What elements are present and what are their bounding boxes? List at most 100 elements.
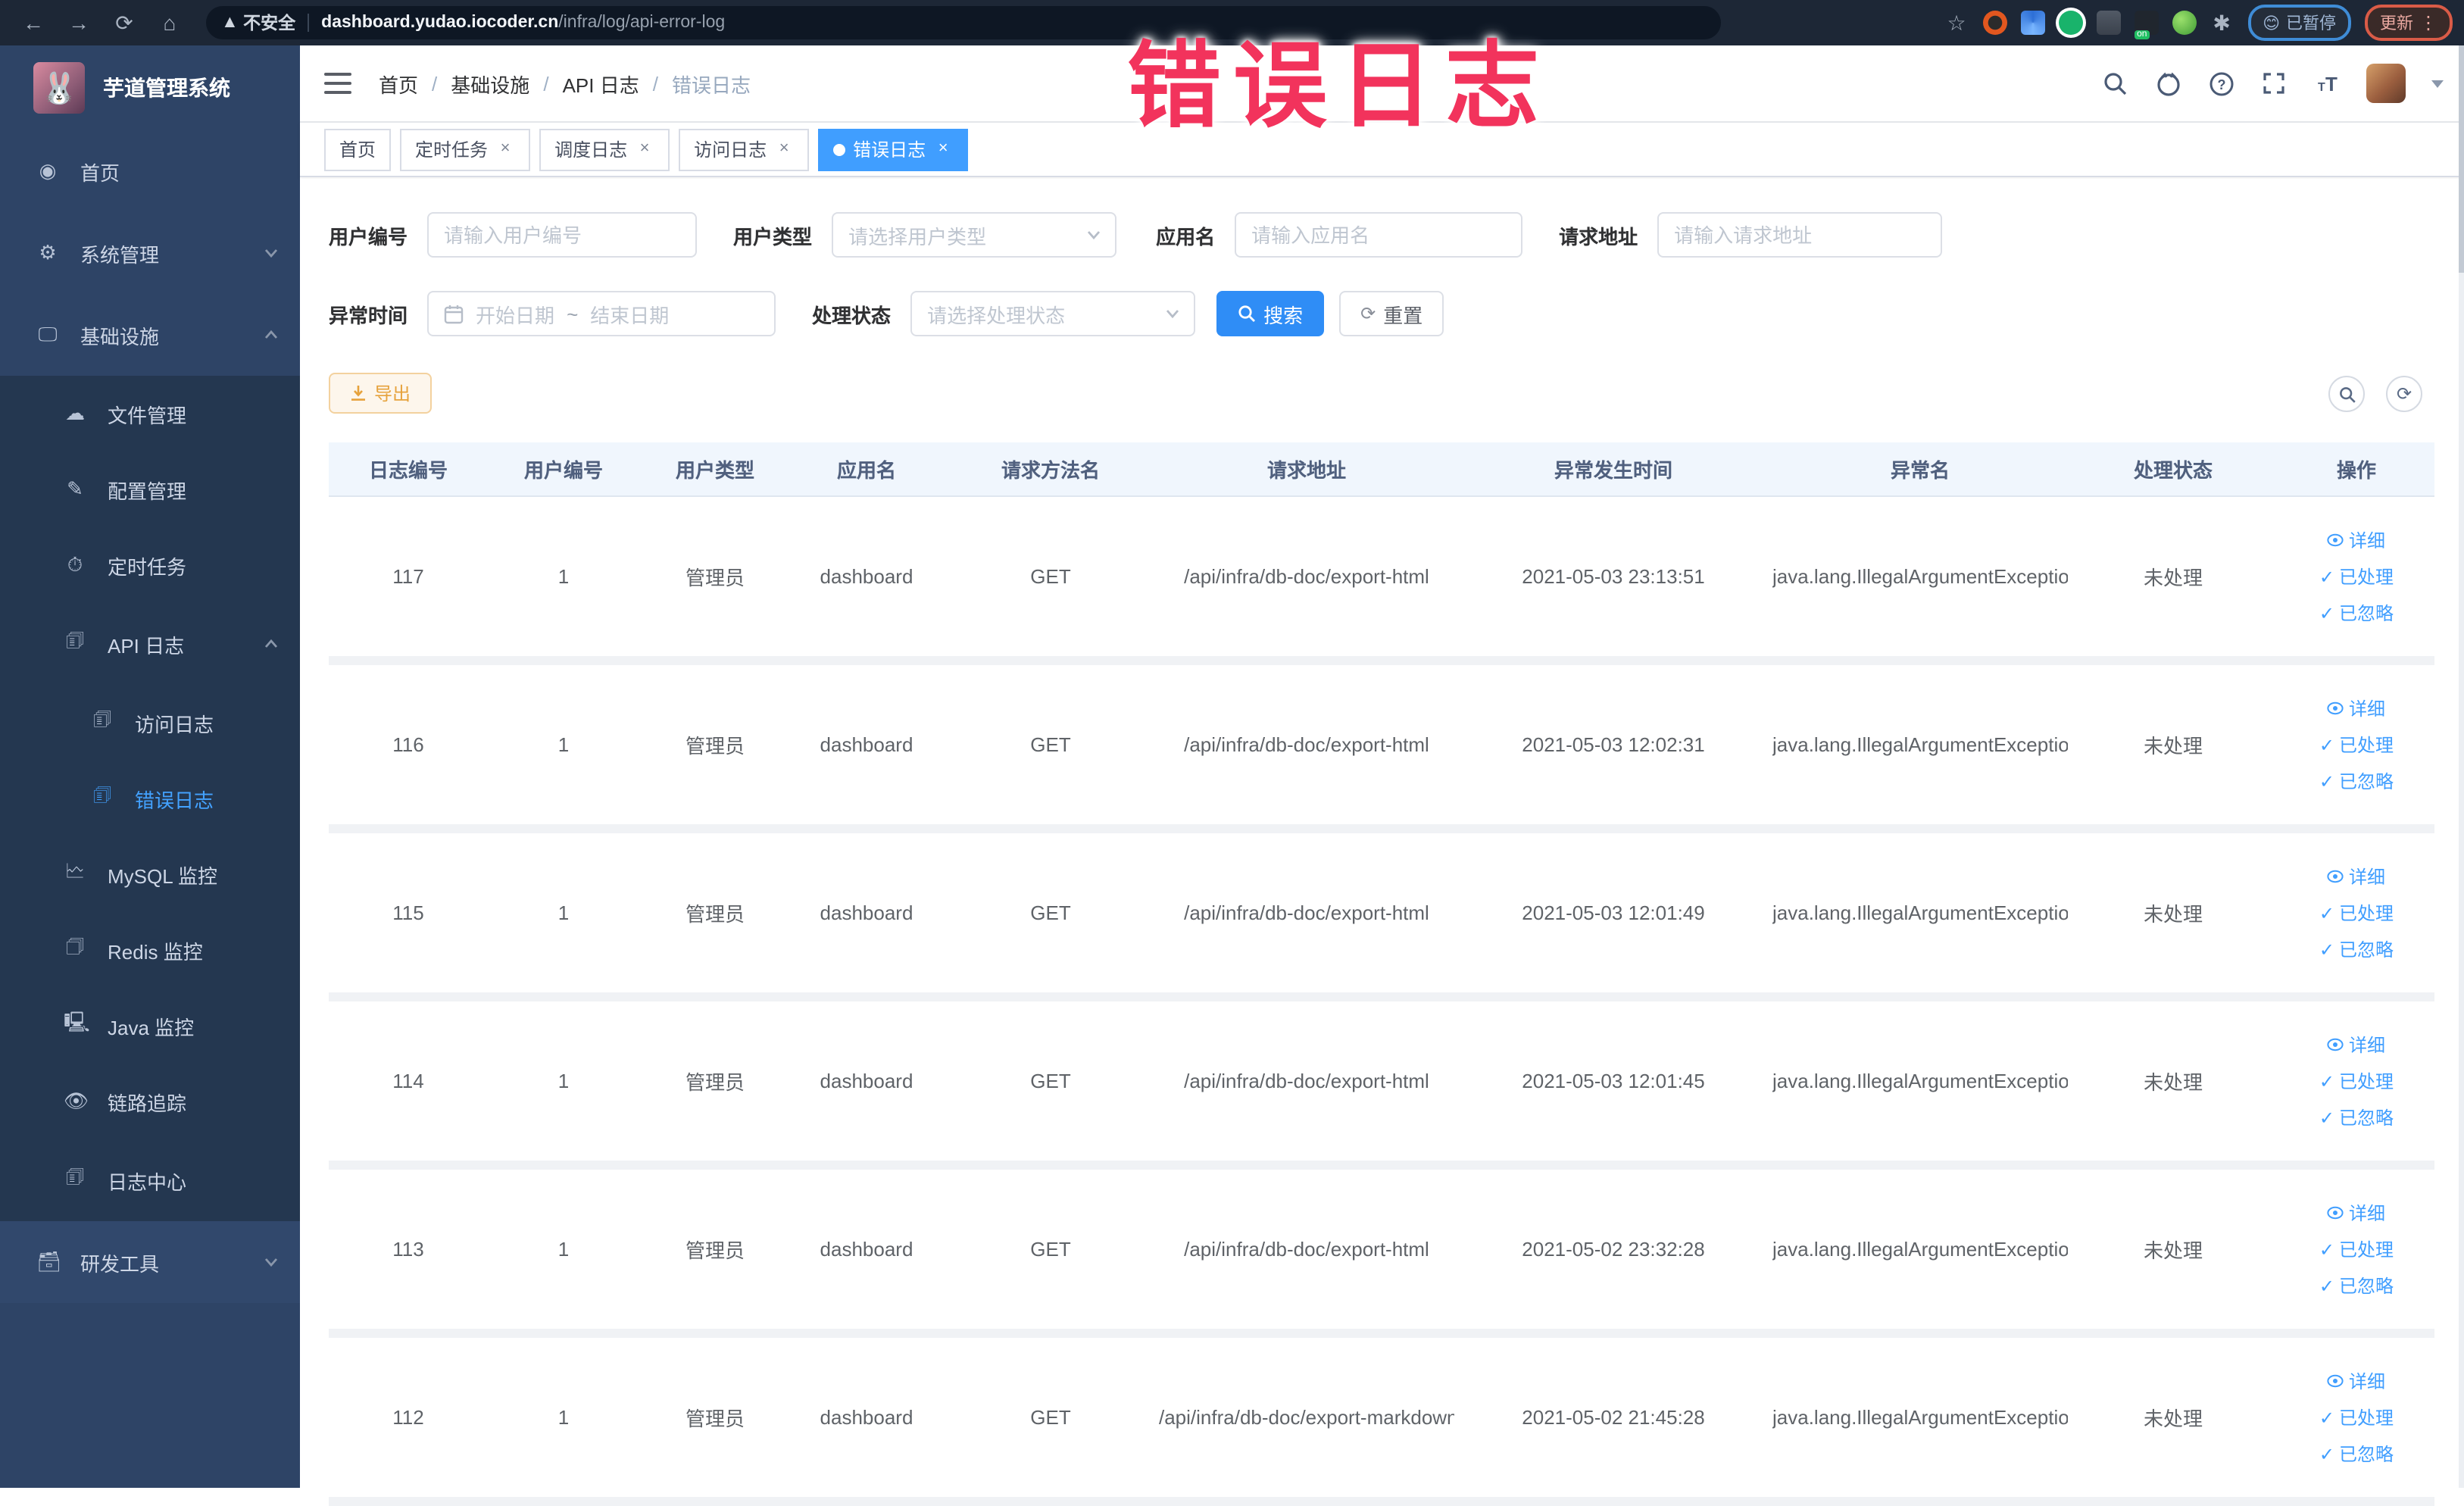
- update-browser-button[interactable]: 更新 ⋮: [2365, 5, 2453, 41]
- cell-method: GET: [1030, 1406, 1071, 1429]
- processed-link[interactable]: ✓ 已处理: [2319, 1236, 2394, 1262]
- reset-button[interactable]: ⟳ 重置: [1339, 291, 1444, 336]
- ignored-link[interactable]: ✓ 已忽略: [2319, 768, 2394, 794]
- sidebar-item-dev-tools[interactable]: 🗃 研发工具: [0, 1221, 300, 1303]
- breadcrumb-item[interactable]: 首页: [379, 69, 418, 98]
- sidebar-item-mysql-monitor[interactable]: 🗠 MySQL 监控: [0, 836, 300, 912]
- detail-link[interactable]: 详细: [2328, 864, 2385, 889]
- font-size-icon[interactable]: TT: [2313, 70, 2341, 97]
- processed-link[interactable]: ✓ 已处理: [2319, 732, 2394, 758]
- tab-error-log[interactable]: 错误日志 ×: [818, 128, 969, 170]
- close-tab-icon[interactable]: ×: [495, 139, 515, 159]
- show-search-toggle-button[interactable]: [2328, 376, 2365, 412]
- sidebar-item-api-log[interactable]: 🗊 API 日志: [0, 603, 300, 685]
- cell-exception: java.lang.IllegalArgumentException: [1772, 901, 2068, 924]
- sidebar-item-redis-monitor[interactable]: 🗇 Redis 监控: [0, 912, 300, 988]
- cell-app: dashboard: [820, 733, 913, 756]
- sidebar-item-label: Redis 监控: [108, 940, 203, 963]
- sidebar-item-infra[interactable]: 🖵 基础设施: [0, 294, 300, 376]
- sidebar-item-scheduled-jobs[interactable]: ⏱ 定时任务: [0, 527, 300, 603]
- ignored-link[interactable]: ✓ 已忽略: [2319, 936, 2394, 962]
- leaf-extension-icon[interactable]: [2172, 11, 2197, 35]
- sidebar-item-trace[interactable]: 👁 链路追踪: [0, 1064, 300, 1139]
- export-button[interactable]: 导出: [329, 373, 433, 414]
- security-warning-icon[interactable]: ▲ 不安全: [221, 11, 295, 35]
- reload-icon[interactable]: ⟳: [112, 11, 136, 35]
- user-type-select[interactable]: 请选择用户类型: [832, 212, 1117, 258]
- user-avatar[interactable]: [2366, 64, 2406, 103]
- app-name-input[interactable]: [1235, 212, 1523, 258]
- emoji-icon: 😊: [2263, 14, 2280, 33]
- extensions-puzzle-icon[interactable]: ✱: [2209, 11, 2234, 35]
- error-time-range-picker[interactable]: 开始日期 ~ 结束日期: [427, 291, 776, 336]
- green-v-extension-icon[interactable]: [2058, 11, 2083, 35]
- processed-link[interactable]: ✓ 已处理: [2319, 1068, 2394, 1094]
- forward-icon[interactable]: →: [67, 11, 91, 35]
- sidebar-item-config-manage[interactable]: ✎ 配置管理: [0, 451, 300, 527]
- refresh-table-button[interactable]: ⟳: [2386, 376, 2422, 412]
- request-url-label: 请求地址: [1559, 225, 1638, 248]
- detail-link[interactable]: 详细: [2328, 527, 2385, 553]
- page-scrollbar-thumb[interactable]: [2459, 45, 2464, 273]
- ignored-link[interactable]: ✓ 已忽略: [2319, 600, 2394, 626]
- process-status-select[interactable]: 请选择处理状态: [910, 291, 1196, 336]
- processed-link[interactable]: ✓ 已处理: [2319, 1404, 2394, 1430]
- detail-link[interactable]: 详细: [2328, 695, 2385, 721]
- close-tab-icon[interactable]: ×: [635, 139, 654, 159]
- monitor-icon: 🖵: [38, 323, 58, 345]
- back-icon[interactable]: ←: [21, 11, 45, 35]
- browser-menu-icon[interactable]: ⋮: [2419, 12, 2437, 33]
- switch-extension-icon[interactable]: on: [2134, 11, 2159, 39]
- detail-link[interactable]: 详细: [2328, 1368, 2385, 1394]
- processed-link[interactable]: ✓ 已处理: [2319, 900, 2394, 926]
- adblock-extension-icon[interactable]: [1982, 11, 2007, 35]
- sidebar-item-home[interactable]: ◉ 首页: [0, 130, 300, 212]
- sidebar-item-java-monitor[interactable]: 🖳 Java 监控: [0, 988, 300, 1064]
- cell-user-id: 1: [557, 1070, 570, 1092]
- sidebar-item-log-center[interactable]: 🗊 日志中心: [0, 1139, 300, 1221]
- sidebar-item-label: 系统管理: [80, 243, 160, 266]
- cell-actions: 详细 ✓ 已处理 ✓ 已忽略: [2278, 1200, 2434, 1298]
- breadcrumb-item[interactable]: API 日志: [563, 69, 639, 98]
- home-icon[interactable]: ⌂: [158, 11, 182, 35]
- detail-link[interactable]: 详细: [2328, 1200, 2385, 1226]
- ignored-link[interactable]: ✓ 已忽略: [2319, 1441, 2394, 1467]
- cell-status: 未处理: [2143, 567, 2203, 589]
- collapse-sidebar-icon[interactable]: [324, 73, 351, 94]
- cell-status: 未处理: [2143, 1408, 2203, 1430]
- close-tab-icon[interactable]: ×: [774, 139, 794, 159]
- tab-access-log[interactable]: 访问日志 ×: [679, 128, 810, 170]
- search-button[interactable]: 搜索: [1216, 291, 1325, 336]
- cell-user-id: 1: [557, 901, 570, 924]
- close-tab-icon[interactable]: ×: [933, 139, 953, 159]
- eye-icon: [2328, 870, 2344, 883]
- help-icon[interactable]: ?: [2207, 70, 2234, 97]
- grid-extension-icon[interactable]: [2096, 11, 2121, 35]
- tab-scheduled-jobs[interactable]: 定时任务 ×: [400, 128, 531, 170]
- detail-link[interactable]: 详细: [2328, 1032, 2385, 1058]
- tab-home[interactable]: 首页: [324, 128, 392, 170]
- sidebar-item-error-log[interactable]: 🗊 错误日志: [0, 761, 300, 836]
- tab-schedule-log[interactable]: 调度日志 ×: [539, 128, 670, 170]
- user-id-label: 用户编号: [329, 225, 408, 248]
- fullscreen-icon[interactable]: [2260, 70, 2288, 97]
- breadcrumb-item[interactable]: 基础设施: [451, 69, 529, 98]
- ignored-link[interactable]: ✓ 已忽略: [2319, 1273, 2394, 1298]
- ignored-link[interactable]: ✓ 已忽略: [2319, 1105, 2394, 1130]
- sidebar-item-access-log[interactable]: 🗊 访问日志: [0, 685, 300, 761]
- processed-link[interactable]: ✓ 已处理: [2319, 564, 2394, 589]
- paused-extension-chip[interactable]: 😊 已暂停: [2247, 5, 2351, 41]
- end-date-placeholder: 结束日期: [590, 304, 670, 327]
- vpn-extension-icon[interactable]: [2020, 11, 2045, 35]
- sidebar-logo[interactable]: 🐰 芋道管理系统: [0, 45, 300, 130]
- sidebar-item-file-manage[interactable]: ☁ 文件管理: [0, 376, 300, 451]
- sidebar-item-label: API 日志: [108, 634, 185, 657]
- github-icon[interactable]: [2154, 70, 2181, 97]
- bookmark-star-icon[interactable]: ☆: [1944, 11, 1969, 35]
- sidebar-item-system[interactable]: ⚙ 系统管理: [0, 212, 300, 294]
- avatar-caret-icon[interactable]: [2431, 80, 2444, 87]
- active-tab-dot: [833, 143, 846, 155]
- request-url-input[interactable]: [1657, 212, 1943, 258]
- search-icon[interactable]: [2101, 70, 2128, 97]
- user-id-input[interactable]: [427, 212, 698, 258]
